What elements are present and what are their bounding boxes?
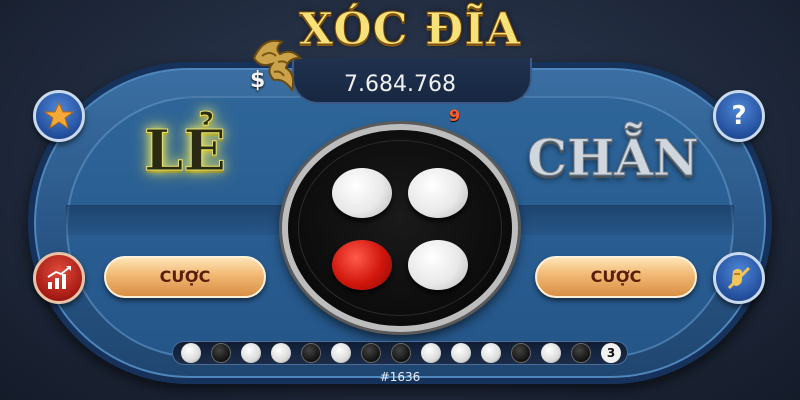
history-dot-white <box>421 343 441 363</box>
balance-value: 7.684.768 <box>344 72 456 97</box>
history-dot-white <box>541 343 561 363</box>
currency-icon: $ <box>250 68 266 93</box>
coin-red <box>332 240 392 290</box>
statistics-button[interactable] <box>33 252 85 304</box>
history-count-badge: 3 <box>601 343 621 363</box>
coin-white <box>408 240 468 290</box>
history-dot-white <box>271 343 291 363</box>
plate-rim <box>298 140 502 316</box>
chart-icon <box>47 266 71 289</box>
history-dot-black <box>391 343 411 363</box>
bet-even-button[interactable]: CƯỢC <box>535 256 697 298</box>
countdown-timer: 9 <box>449 106 461 125</box>
history-dot-white <box>481 343 501 363</box>
bet-even-label: CHẴN <box>527 128 700 188</box>
history-dot-black <box>301 343 321 363</box>
round-id: #1636 <box>379 370 421 384</box>
history-dot-black <box>571 343 591 363</box>
history-dot-black <box>211 343 231 363</box>
coin-white <box>408 168 468 218</box>
result-history-bar: 3 <box>172 341 628 365</box>
history-dot-black <box>361 343 381 363</box>
sound-toggle-button[interactable] <box>713 252 765 304</box>
history-dot-white <box>451 343 471 363</box>
game-title: XÓC ĐĨA <box>298 4 522 56</box>
history-dot-white <box>331 343 351 363</box>
history-dot-white <box>181 343 201 363</box>
bet-odd-label: LẺ <box>143 118 227 185</box>
help-icon: ? <box>731 101 747 131</box>
history-dot-black <box>511 343 531 363</box>
mute-icon <box>727 266 751 290</box>
help-button[interactable]: ? <box>713 90 765 142</box>
bet-odd-button[interactable]: CƯỢC <box>104 256 266 298</box>
star-icon <box>44 101 74 130</box>
history-dot-white <box>241 343 261 363</box>
favorite-button[interactable] <box>33 90 85 142</box>
coin-white <box>332 168 392 218</box>
